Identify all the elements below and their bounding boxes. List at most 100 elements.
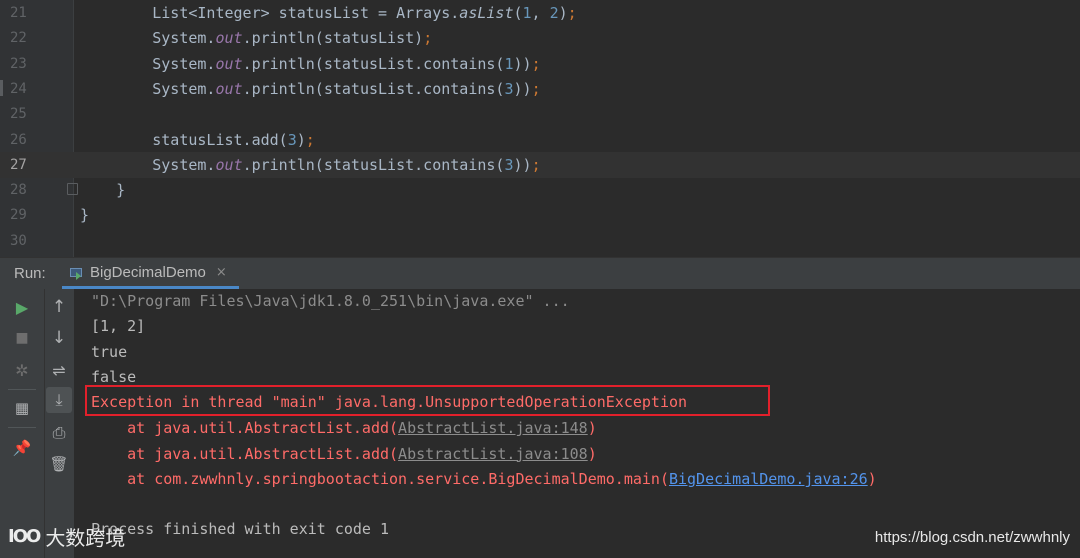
debug-icon[interactable]: ✲ — [9, 357, 35, 383]
code-token: .println(statusList) — [242, 29, 424, 47]
code-token: 3 — [504, 156, 514, 174]
code-token: statusList.add( — [152, 131, 288, 149]
line-number: 28 — [10, 182, 27, 198]
line-number: 22 — [10, 30, 27, 46]
code-token: .println(statusList.contains( — [242, 80, 505, 98]
code-token: out — [215, 55, 243, 73]
code-editor[interactable]: 21 List<Integer> statusList = Arrays.asL… — [0, 0, 1080, 257]
stack-trace-line: at java.util.AbstractList.add(AbstractLi… — [91, 442, 597, 467]
code-text: } — [80, 202, 89, 228]
logo-text: 大数跨境 — [45, 526, 126, 550]
code-line[interactable]: 26 statusList.add(3); — [0, 127, 1080, 153]
line-number: 23 — [10, 56, 27, 72]
toolbar-separator — [8, 427, 36, 428]
code-token: .println(statusList.contains( — [242, 55, 505, 73]
up-arrow-icon[interactable]: ↑ — [46, 294, 72, 320]
code-token: )) — [513, 80, 532, 98]
code-token: } — [80, 206, 90, 224]
code-line[interactable]: 30 — [0, 228, 1080, 254]
code-token: } — [116, 181, 126, 199]
scroll-to-end-icon[interactable]: ⤓ — [46, 387, 72, 413]
code-text: List<Integer> statusList = Arrays.asList… — [80, 0, 577, 26]
code-token: out — [215, 80, 243, 98]
logo-mark: IOO — [8, 526, 41, 547]
code-line[interactable]: 28 } — [0, 177, 1080, 203]
code-token: ( — [513, 4, 523, 22]
code-text: System.out.println(statusList.contains(3… — [80, 152, 541, 178]
stack-trace-text: at com.zwwhnly.springbootaction.service.… — [91, 470, 669, 488]
code-line[interactable]: 24 System.out.println(statusList.contain… — [0, 76, 1080, 102]
code-token: )) — [513, 55, 532, 73]
code-line[interactable]: 22 System.out.println(statusList); — [0, 25, 1080, 51]
tab-label: BigDecimalDemo — [90, 263, 206, 281]
code-token: System. — [152, 55, 216, 73]
stack-trace-suffix: ) — [867, 470, 877, 488]
line-number: 26 — [10, 132, 27, 148]
run-toolbar-primary: ▶ ■ ✲ ▦ 📌 — [0, 289, 44, 558]
stack-trace-suffix: ) — [587, 419, 597, 437]
run-config-icon — [70, 266, 84, 280]
close-icon[interactable]: × — [216, 265, 227, 280]
code-token: ; — [531, 80, 541, 98]
run-label: Run: — [14, 265, 46, 282]
code-token: out — [215, 156, 243, 174]
source-link[interactable]: BigDecimalDemo.java:26 — [669, 470, 868, 488]
code-token: ; — [567, 4, 577, 22]
print-icon[interactable]: ⎙ — [46, 420, 72, 446]
stack-trace-suffix: ) — [587, 444, 597, 463]
code-token: System. — [152, 29, 216, 47]
code-line[interactable]: 25 — [0, 101, 1080, 127]
line-number: 21 — [10, 5, 27, 21]
stack-trace-line: at java.util.AbstractList.add(AbstractLi… — [91, 416, 597, 441]
code-token: ; — [305, 131, 315, 149]
watermark-url: https://blog.csdn.net/zwwhnly — [874, 529, 1070, 546]
code-token: ) — [558, 4, 568, 22]
code-token: 1 — [522, 4, 532, 22]
layout-icon[interactable]: ▦ — [9, 395, 35, 421]
source-link[interactable]: AbstractList.java:108 — [398, 445, 588, 463]
code-token: 2 — [549, 4, 559, 22]
code-line[interactable]: 27 System.out.println(statusList.contain… — [0, 152, 1080, 178]
code-text: System.out.println(statusList.contains(1… — [80, 51, 540, 77]
stack-trace-text: at java.util.AbstractList.add( — [91, 444, 399, 463]
code-token: 1 — [504, 55, 514, 73]
code-line[interactable]: 21 List<Integer> statusList = Arrays.asL… — [0, 0, 1080, 26]
tab-bigdecimaldemo[interactable]: BigDecimalDemo × — [62, 258, 239, 289]
line-number: 27 — [10, 157, 27, 173]
watermark-logo: IOO 大数跨境 — [8, 522, 125, 551]
pin-icon[interactable]: 📌 — [9, 435, 35, 461]
line-number: 25 — [10, 106, 27, 122]
run-toolbar-secondary: ↑ ↓ ⇌ ⤓ ⎙ 🗑 — [44, 289, 74, 558]
down-arrow-icon[interactable]: ↓ — [46, 325, 72, 351]
code-token: out — [215, 29, 243, 47]
soft-wrap-icon[interactable]: ⇌ — [46, 357, 72, 383]
trash-icon[interactable]: 🗑 — [46, 451, 72, 477]
code-text: } — [80, 177, 125, 203]
line-number: 24 — [10, 81, 27, 97]
source-link[interactable]: AbstractList.java:148 — [398, 419, 588, 437]
process-finished-line: Process finished with exit code 1 — [91, 520, 390, 538]
code-token: asList — [459, 4, 514, 22]
console-output-line: [1, 2] — [91, 317, 146, 335]
code-token: ) — [296, 131, 306, 149]
stop-icon[interactable]: ■ — [9, 325, 35, 351]
code-token: System. — [152, 156, 216, 174]
code-text: statusList.add(3); — [80, 127, 315, 153]
console-command-line[interactable]: "D:\Program Files\Java\jdk1.8.0_251\bin\… — [91, 289, 570, 314]
console-output[interactable]: "D:\Program Files\Java\jdk1.8.0_251\bin\… — [74, 289, 1080, 558]
code-text: System.out.println(statusList.contains(3… — [80, 76, 541, 102]
code-token: , — [531, 4, 550, 22]
exception-highlight-box — [85, 385, 770, 416]
code-line[interactable]: 29} — [0, 202, 1080, 228]
fold-marker-icon[interactable] — [67, 183, 78, 195]
code-line[interactable]: 23 System.out.println(statusList.contain… — [0, 51, 1080, 77]
line-number: 29 — [10, 207, 27, 223]
code-token: ; — [531, 156, 541, 174]
rerun-icon[interactable]: ▶ — [9, 294, 35, 320]
